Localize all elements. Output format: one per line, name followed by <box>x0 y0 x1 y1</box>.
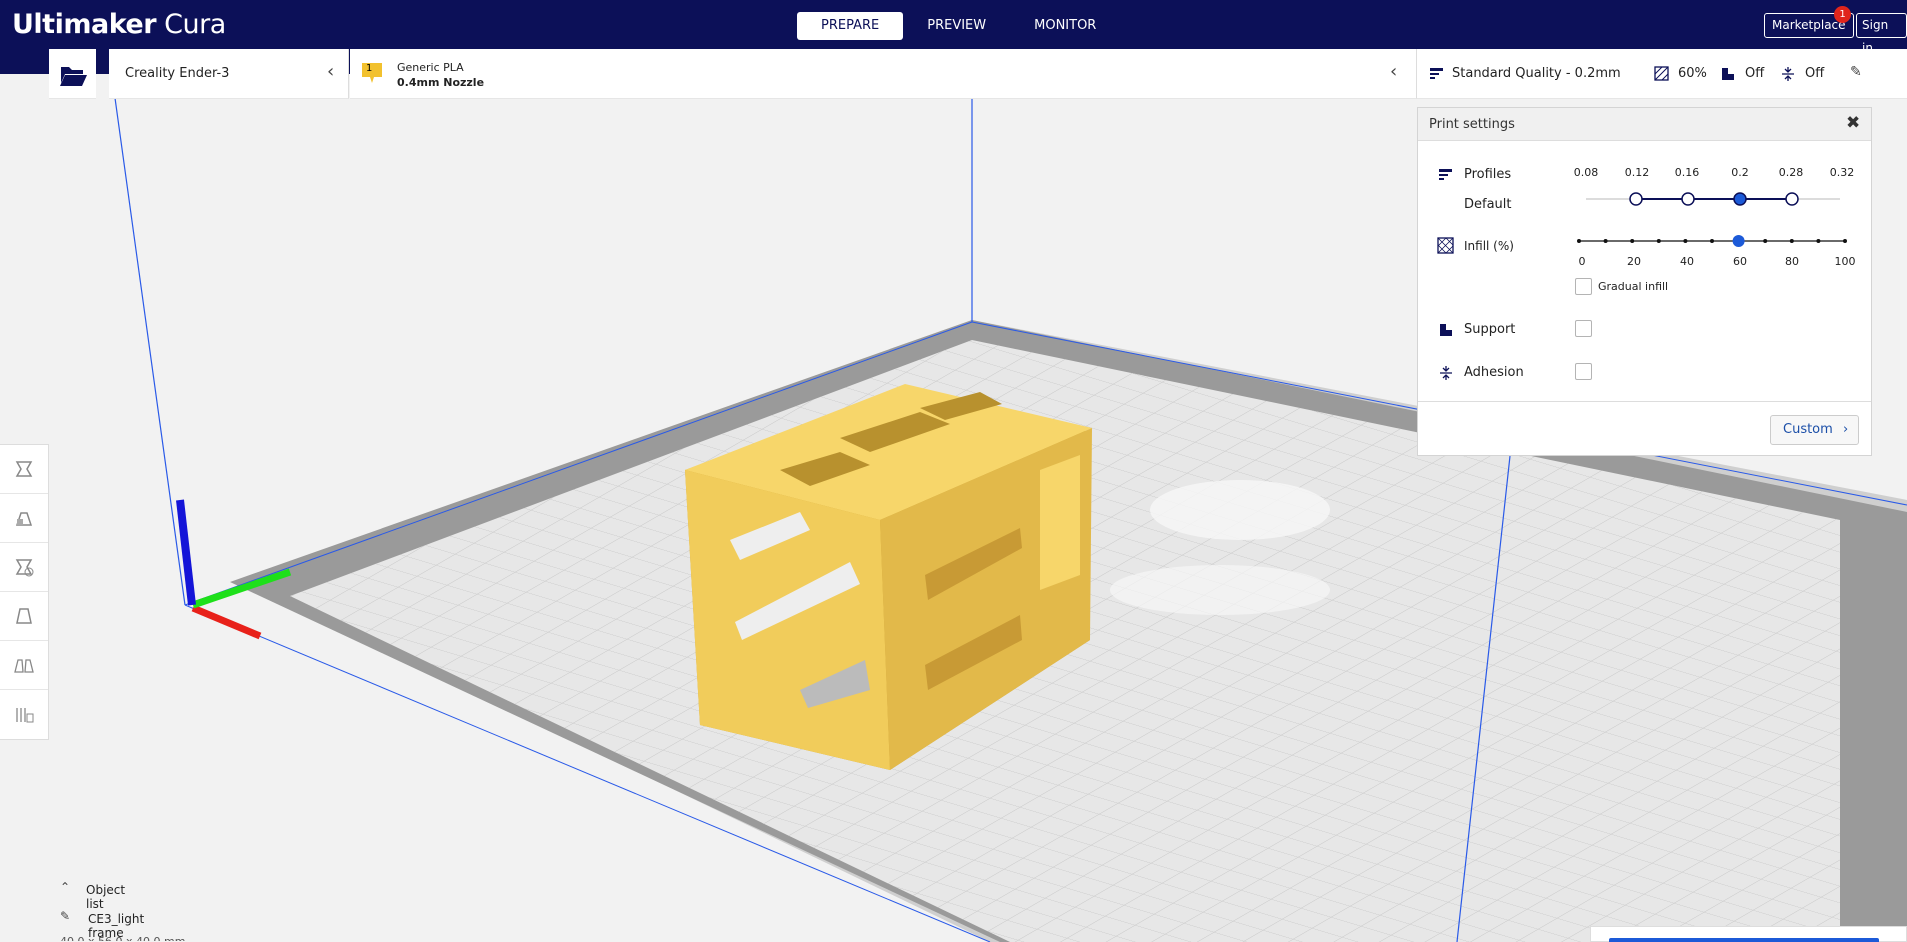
adhesion-label: Adhesion <box>1464 365 1524 380</box>
brand-bold: Ultimaker <box>12 9 157 40</box>
infill-tick <box>1656 239 1661 243</box>
quality-profile: Standard Quality - 0.2mm <box>1452 66 1621 81</box>
infill-tick <box>1763 239 1768 243</box>
layer-height-label: 0.16 <box>1674 166 1700 179</box>
support-icon <box>1722 68 1734 80</box>
layer-height-label: 0.2 <box>1731 166 1749 179</box>
action-panel <box>1590 926 1907 942</box>
per-model-settings-icon <box>14 659 34 673</box>
axis-x <box>191 604 262 640</box>
pencil-icon: ✎ <box>60 909 71 923</box>
layer-height-slider[interactable] <box>1578 189 1848 209</box>
brand-light: Cura <box>164 9 226 40</box>
rotate-tool-button[interactable] <box>0 543 48 592</box>
adhesion-icon <box>1782 67 1794 81</box>
infill-tick <box>1843 239 1847 243</box>
layer-height-label: 0.28 <box>1778 166 1804 179</box>
marketplace-badge: 1 <box>1834 6 1851 23</box>
panel-header: Print settings ✖ <box>1418 108 1871 141</box>
chevron-left-icon: ‹ <box>327 61 335 82</box>
gradual-infill-label: Gradual infill <box>1598 280 1669 293</box>
infill-slider-handle[interactable] <box>1732 235 1745 247</box>
infill-tick <box>1710 239 1714 243</box>
infill-tick <box>1630 239 1635 243</box>
axis-z <box>176 499 196 606</box>
adhesion-icon <box>1440 366 1452 380</box>
panel-title: Print settings <box>1429 117 1515 132</box>
open-file-button[interactable] <box>49 49 96 99</box>
bed-logo <box>1150 480 1330 540</box>
close-icon[interactable]: ✖ <box>1846 113 1860 133</box>
nozzle-size: 0.4mm Nozzle <box>397 76 485 89</box>
material-name: Generic PLA <box>397 61 464 74</box>
support-blocker-icon <box>16 707 34 722</box>
volume-edge-left <box>114 97 186 606</box>
layer-height-label: 0.32 <box>1829 166 1855 179</box>
infill-tick <box>1603 239 1608 243</box>
layer-height-label: 0.12 <box>1624 166 1650 179</box>
tab-preview[interactable]: PREVIEW <box>903 12 1010 40</box>
mirror-icon <box>16 608 32 624</box>
stage-tabs: PREPARE PREVIEW MONITOR <box>797 12 1120 40</box>
profiles-label: Profiles <box>1464 167 1512 182</box>
support-summary: Off <box>1745 66 1765 81</box>
support-label: Support <box>1464 322 1516 337</box>
extruder-selector[interactable]: 1 Generic PLA 0.4mm Nozzle ‹ <box>350 49 1416 99</box>
move-tool-button[interactable] <box>0 445 48 494</box>
tab-prepare[interactable]: PREPARE <box>797 12 904 40</box>
tab-monitor[interactable]: MONITOR <box>1010 12 1120 40</box>
custom-settings-button[interactable]: Custom › <box>1770 415 1859 445</box>
infill-tick-label: 0 <box>1578 255 1586 268</box>
object-dimensions: 40.0 x 56.0 x 40.0 mm <box>60 935 185 941</box>
panel-divider <box>1418 401 1871 402</box>
scale-tool-button[interactable] <box>0 494 48 543</box>
infill-label: Infill (%) <box>1464 239 1514 253</box>
sign-in-button[interactable]: Sign in <box>1856 13 1907 55</box>
infill-tick <box>1789 239 1794 243</box>
infill-tick-label: 100 <box>1834 255 1856 268</box>
adhesion-summary: Off <box>1805 66 1825 81</box>
adhesion-checkbox[interactable] <box>1575 363 1592 380</box>
infill-tick-label: 20 <box>1627 255 1641 268</box>
custom-button-label: Custom <box>1783 422 1833 437</box>
print-setup-selector[interactable]: Standard Quality - 0.2mm 60% Off Off ✎ <box>1416 49 1907 99</box>
infill-tick-label: 80 <box>1785 255 1799 268</box>
infill-icon <box>1654 66 1669 81</box>
infill-summary: 60% <box>1678 66 1707 81</box>
chevron-up-icon: ⌃ <box>60 880 71 894</box>
object-list-label: Object list <box>86 883 126 911</box>
infill-tick-label: 60 <box>1733 255 1747 268</box>
infill-slider[interactable] <box>1573 234 1853 248</box>
tool-panel <box>0 444 49 740</box>
bed-logo-lower <box>1110 565 1330 615</box>
infill-icon <box>1437 237 1454 254</box>
folder-open-icon <box>60 67 87 86</box>
default-profile-label: Default <box>1464 197 1512 212</box>
per-model-settings-button[interactable] <box>0 641 48 690</box>
infill-tick <box>1683 239 1688 243</box>
slice-button[interactable] <box>1609 938 1879 942</box>
scale-icon <box>15 512 33 526</box>
gradual-infill-checkbox[interactable] <box>1575 278 1592 295</box>
profile-icon <box>1430 68 1443 79</box>
move-icon <box>15 461 33 477</box>
chevron-left-icon: ‹ <box>1390 61 1398 82</box>
pencil-icon: ✎ <box>1850 64 1862 80</box>
support-checkbox[interactable] <box>1575 320 1592 337</box>
printer-name: Creality Ender-3 <box>125 66 230 81</box>
support-icon <box>1440 324 1452 336</box>
rotate-icon <box>15 559 34 577</box>
profile-icon <box>1439 169 1452 180</box>
chevron-right-icon: › <box>1842 422 1849 437</box>
mirror-tool-button[interactable] <box>0 592 48 641</box>
extruder-number: 1 <box>366 63 373 74</box>
print-settings-panel: Print settings ✖ Profiles Default 0.08 0… <box>1417 107 1872 456</box>
infill-tick <box>1816 239 1821 243</box>
printer-selector[interactable]: Creality Ender-3 ‹ <box>109 49 349 99</box>
support-blocker-button[interactable] <box>0 690 48 739</box>
infill-tick <box>1577 239 1581 243</box>
infill-tick-label: 40 <box>1680 255 1694 268</box>
app-logo: Ultimaker Cura <box>12 9 226 40</box>
layer-height-label: 0.08 <box>1573 166 1599 179</box>
